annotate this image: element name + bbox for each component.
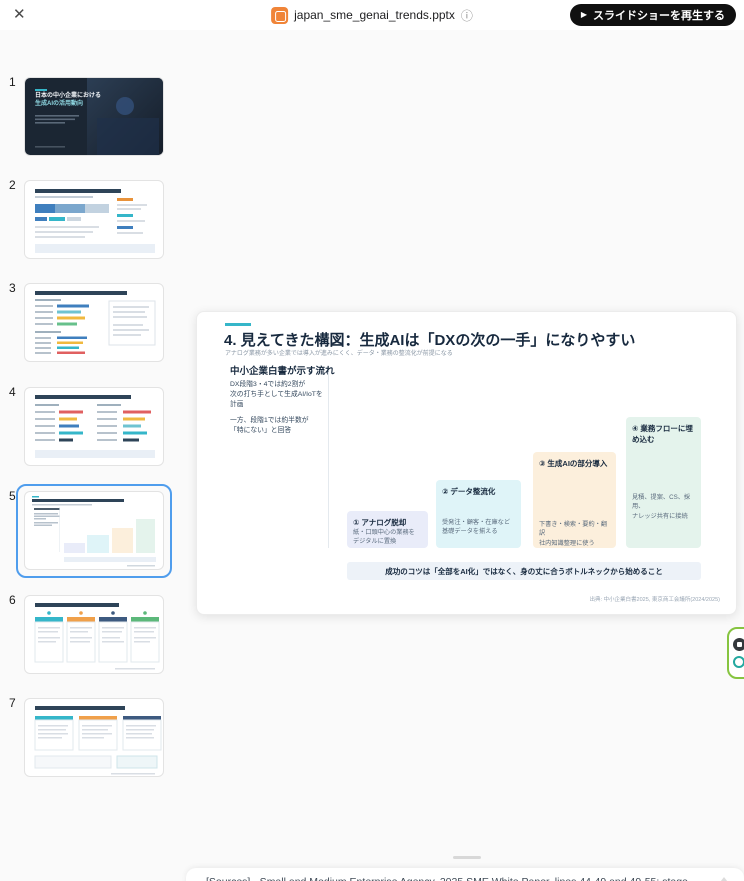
slide-thumbnail-4[interactable] xyxy=(24,387,164,466)
slide-title: 4. 見えてきた構図：生成AIは「DXの次の一手」になりやすい xyxy=(224,332,636,349)
slide-number: 4 xyxy=(9,385,16,399)
step-body: 見積、提案、CS、採用、 ナレッジ共有に接続 xyxy=(632,494,691,520)
info-icon[interactable]: ⓘ xyxy=(461,7,473,24)
play-slideshow-label: スライドショーを再生する xyxy=(593,10,725,22)
thumbnail-graphic xyxy=(35,189,155,253)
thumbnail-graphic xyxy=(34,706,162,775)
play-slideshow-button[interactable]: ▶ スライドショーを再生する xyxy=(569,4,736,26)
slide-thumbnail-7[interactable] xyxy=(24,698,164,777)
thumbnail-graphic xyxy=(32,496,156,567)
presentation-file-icon xyxy=(271,6,289,24)
thumb1-title-line1: 日本の中小企業における xyxy=(35,93,102,99)
flow-step-3: ③ 生成AIの部分導入 下書き・検索・要約・翻訳 社内知識整理に使う xyxy=(533,452,616,548)
vertical-divider xyxy=(328,372,329,548)
panel-drag-handle[interactable] xyxy=(453,856,481,859)
left-column-paragraph-2: 一方、段階1では約半数が 「特にない」と回答 xyxy=(230,417,309,435)
slide-number: 3 xyxy=(9,281,16,295)
topbar: ✕ japan_sme_genai_trends.pptx ⓘ ▶ スライドショ… xyxy=(0,0,744,30)
slide-thumbnail-5[interactable] xyxy=(24,491,164,570)
slide-subtitle: アナログ業務が多い企業では導入が進みにくく、データ・業務の整流化が前提になる xyxy=(225,351,453,357)
slide-preview: 4. 見えてきた構図：生成AIは「DXの次の一手」になりやすい アナログ業務が多… xyxy=(196,311,737,615)
slide-number: 7 xyxy=(9,696,16,710)
slide-number: 6 xyxy=(9,593,16,607)
floating-extension-toolbar xyxy=(727,627,744,679)
slide-number: 2 xyxy=(9,178,16,192)
flow-step-2: ② データ整流化 受発注・顧客・在庫など 基礎データを揃える xyxy=(436,480,521,548)
thumbnail-graphic xyxy=(25,78,163,155)
extension-tool-icon-top[interactable] xyxy=(733,638,744,651)
left-column-paragraph-1: DX段階3・4では約2割が 次の打ち手として生成AI/IoTを 計画 xyxy=(230,381,323,409)
close-icon[interactable]: ✕ xyxy=(13,7,26,23)
slide-number: 1 xyxy=(9,75,16,89)
slide-thumbnail-3[interactable] xyxy=(24,283,164,362)
speaker-notes-panel[interactable]: [Sources] - Small and Medium Enterprise … xyxy=(186,868,744,881)
file-title-group: japan_sme_genai_trends.pptx ⓘ xyxy=(271,0,473,30)
source-note: 出典: 中小企業白書2025, 東京商工会議所(2024/2025) xyxy=(589,597,720,603)
file-name: japan_sme_genai_trends.pptx xyxy=(294,8,455,22)
step-label: ② データ整流化 xyxy=(442,487,496,496)
thumbnail-graphic xyxy=(34,603,160,670)
step-body: 下書き・検索・要約・翻訳 社内知識整理に使う xyxy=(539,521,608,547)
step-body: 受発注・顧客・在庫など 基礎データを揃える xyxy=(442,519,511,536)
slide-thumbnail-6[interactable] xyxy=(24,595,164,674)
slide-number: 5 xyxy=(9,489,16,503)
extension-tool-icon-bottom[interactable] xyxy=(733,656,744,668)
thumbnail-graphic xyxy=(35,291,156,354)
step-label: ③ 生成AIの部分導入 xyxy=(539,459,608,468)
flow-step-1: ① アナログ脱却 紙・口頭中心の業務を デジタルに置換 xyxy=(347,511,428,548)
flow-step-4: ④ 業務フローに埋め込む 見積、提案、CS、採用、 ナレッジ共有に接続 xyxy=(626,417,701,548)
speaker-notes-text: [Sources] - Small and Medium Enterprise … xyxy=(206,875,704,881)
step-label: ④ 業務フローに埋め込む xyxy=(632,424,693,444)
play-icon: ▶ xyxy=(580,10,587,19)
thumbnail-graphic xyxy=(35,395,155,458)
step-body: 紙・口頭中心の業務を デジタルに置換 xyxy=(353,529,415,546)
slide-thumbnail-1[interactable]: 日本の中小企業における 生成AIの活用動向 xyxy=(24,77,164,156)
slide-thumbnail-2[interactable] xyxy=(24,180,164,259)
step-label: ① アナログ脱却 xyxy=(353,518,407,527)
title-accent-bar xyxy=(225,323,251,326)
key-message-banner: 成功のコツは「全部をAI化」ではなく、身の丈に合うボトルネックから始めること xyxy=(347,562,701,580)
scroll-up-icon[interactable] xyxy=(717,877,731,881)
thumb1-title-line2: 生成AIの活用動向 xyxy=(35,101,84,107)
viewer-background: 1 日本の中小企業における 生成AIの活用動向 2 3 4 5 6 7 4. 見… xyxy=(0,30,744,881)
left-column-heading: 中小企業白書が示す流れ xyxy=(230,366,335,377)
